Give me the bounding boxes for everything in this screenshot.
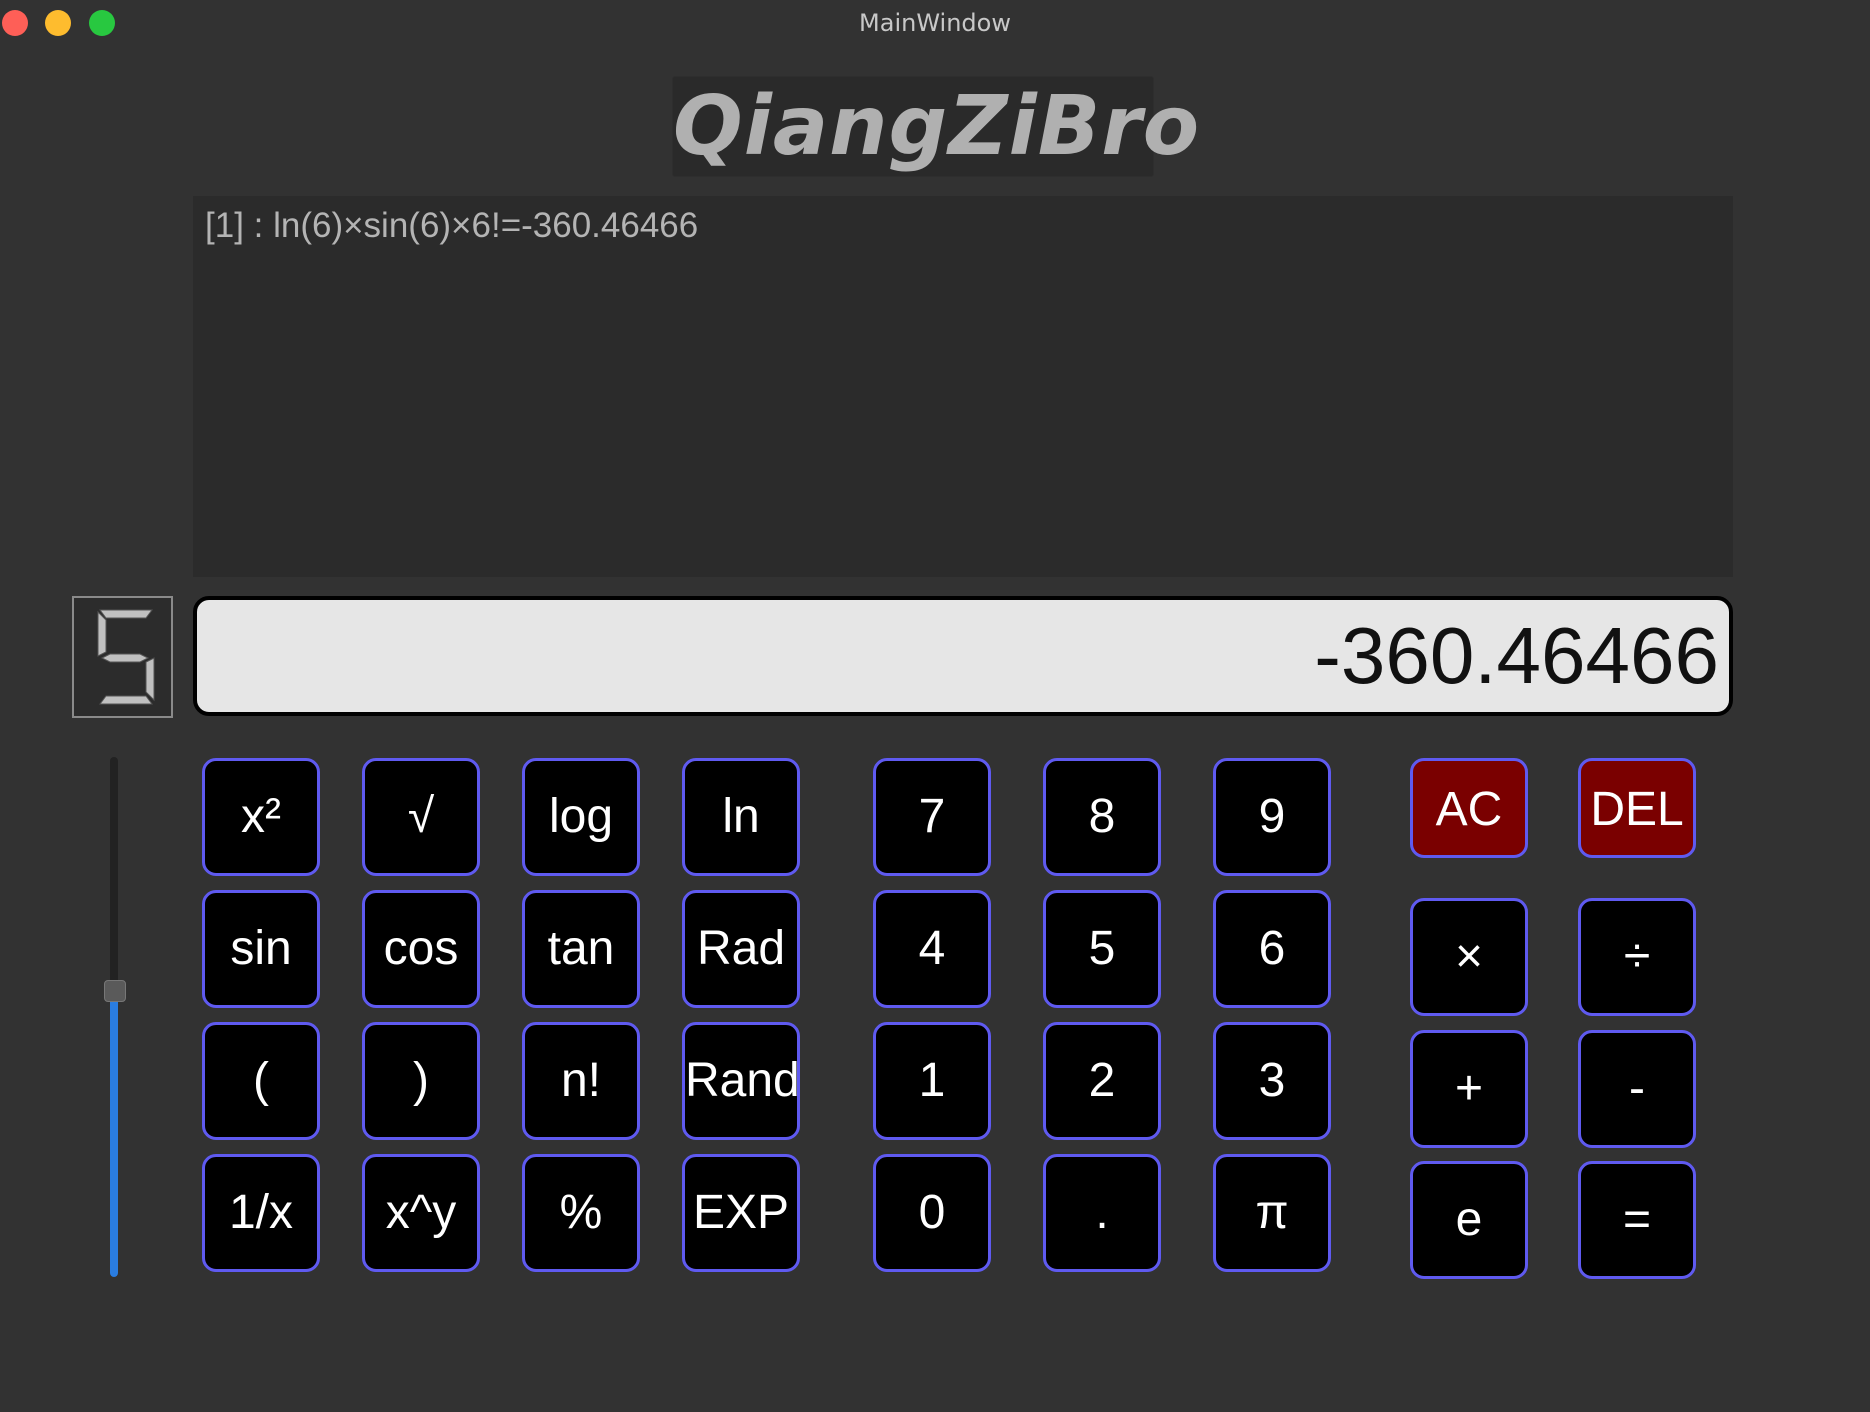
sin-button[interactable]: sin [202, 890, 320, 1008]
decimal-button[interactable]: . [1043, 1154, 1161, 1272]
digit-8-button[interactable]: 8 [1043, 758, 1161, 876]
close-paren-button[interactable]: ) [362, 1022, 480, 1140]
digit-4-button[interactable]: 4 [873, 890, 991, 1008]
multiply-button[interactable]: × [1410, 898, 1528, 1016]
brand-label: QiangZiBro [672, 76, 1199, 177]
sqrt-button[interactable]: √ [362, 758, 480, 876]
pi-button[interactable]: π [1213, 1154, 1331, 1272]
cos-button[interactable]: cos [362, 890, 480, 1008]
percent-button[interactable]: % [522, 1154, 640, 1272]
equals-button[interactable]: = [1578, 1161, 1696, 1279]
history-line: [1] : ln(6)×sin(6)×6!=-360.46466 [205, 206, 699, 245]
digit-1-button[interactable]: 1 [873, 1022, 991, 1140]
euler-button[interactable]: e [1410, 1161, 1528, 1279]
divide-button[interactable]: ÷ [1578, 898, 1696, 1016]
tan-button[interactable]: tan [522, 890, 640, 1008]
delete-button[interactable]: DEL [1578, 758, 1696, 858]
ln-button[interactable]: ln [682, 758, 800, 876]
rand-button[interactable]: Rand [682, 1022, 800, 1140]
digit-5-button[interactable]: 5 [1043, 890, 1161, 1008]
plus-button[interactable]: + [1410, 1030, 1528, 1148]
digit-7-button[interactable]: 7 [873, 758, 991, 876]
digit-0-button[interactable]: 0 [873, 1154, 991, 1272]
digit-6-button[interactable]: 6 [1213, 890, 1331, 1008]
all-clear-button[interactable]: AC [1410, 758, 1528, 858]
reciprocal-button[interactable]: 1/x [202, 1154, 320, 1272]
power-button[interactable]: x^y [362, 1154, 480, 1272]
seven-segment-digit [97, 609, 155, 705]
minus-button[interactable]: - [1578, 1030, 1696, 1148]
title-bar: MainWindow [0, 0, 1870, 46]
digit-2-button[interactable]: 2 [1043, 1022, 1161, 1140]
exp-button[interactable]: EXP [682, 1154, 800, 1272]
slider-fill [110, 991, 118, 1277]
lcd-digit-display [72, 596, 173, 718]
slider-handle[interactable] [104, 980, 126, 1002]
history-panel[interactable]: [1] : ln(6)×sin(6)×6!=-360.46466 [193, 196, 1733, 577]
log-button[interactable]: log [522, 758, 640, 876]
rad-button[interactable]: Rad [682, 890, 800, 1008]
window-title: MainWindow [859, 9, 1011, 37]
digit-9-button[interactable]: 9 [1213, 758, 1331, 876]
square-button[interactable]: x² [202, 758, 320, 876]
result-display: -360.46466 [193, 596, 1733, 716]
digit-3-button[interactable]: 3 [1213, 1022, 1331, 1140]
open-paren-button[interactable]: ( [202, 1022, 320, 1140]
factorial-button[interactable]: n! [522, 1022, 640, 1140]
vertical-slider[interactable] [104, 757, 126, 1277]
